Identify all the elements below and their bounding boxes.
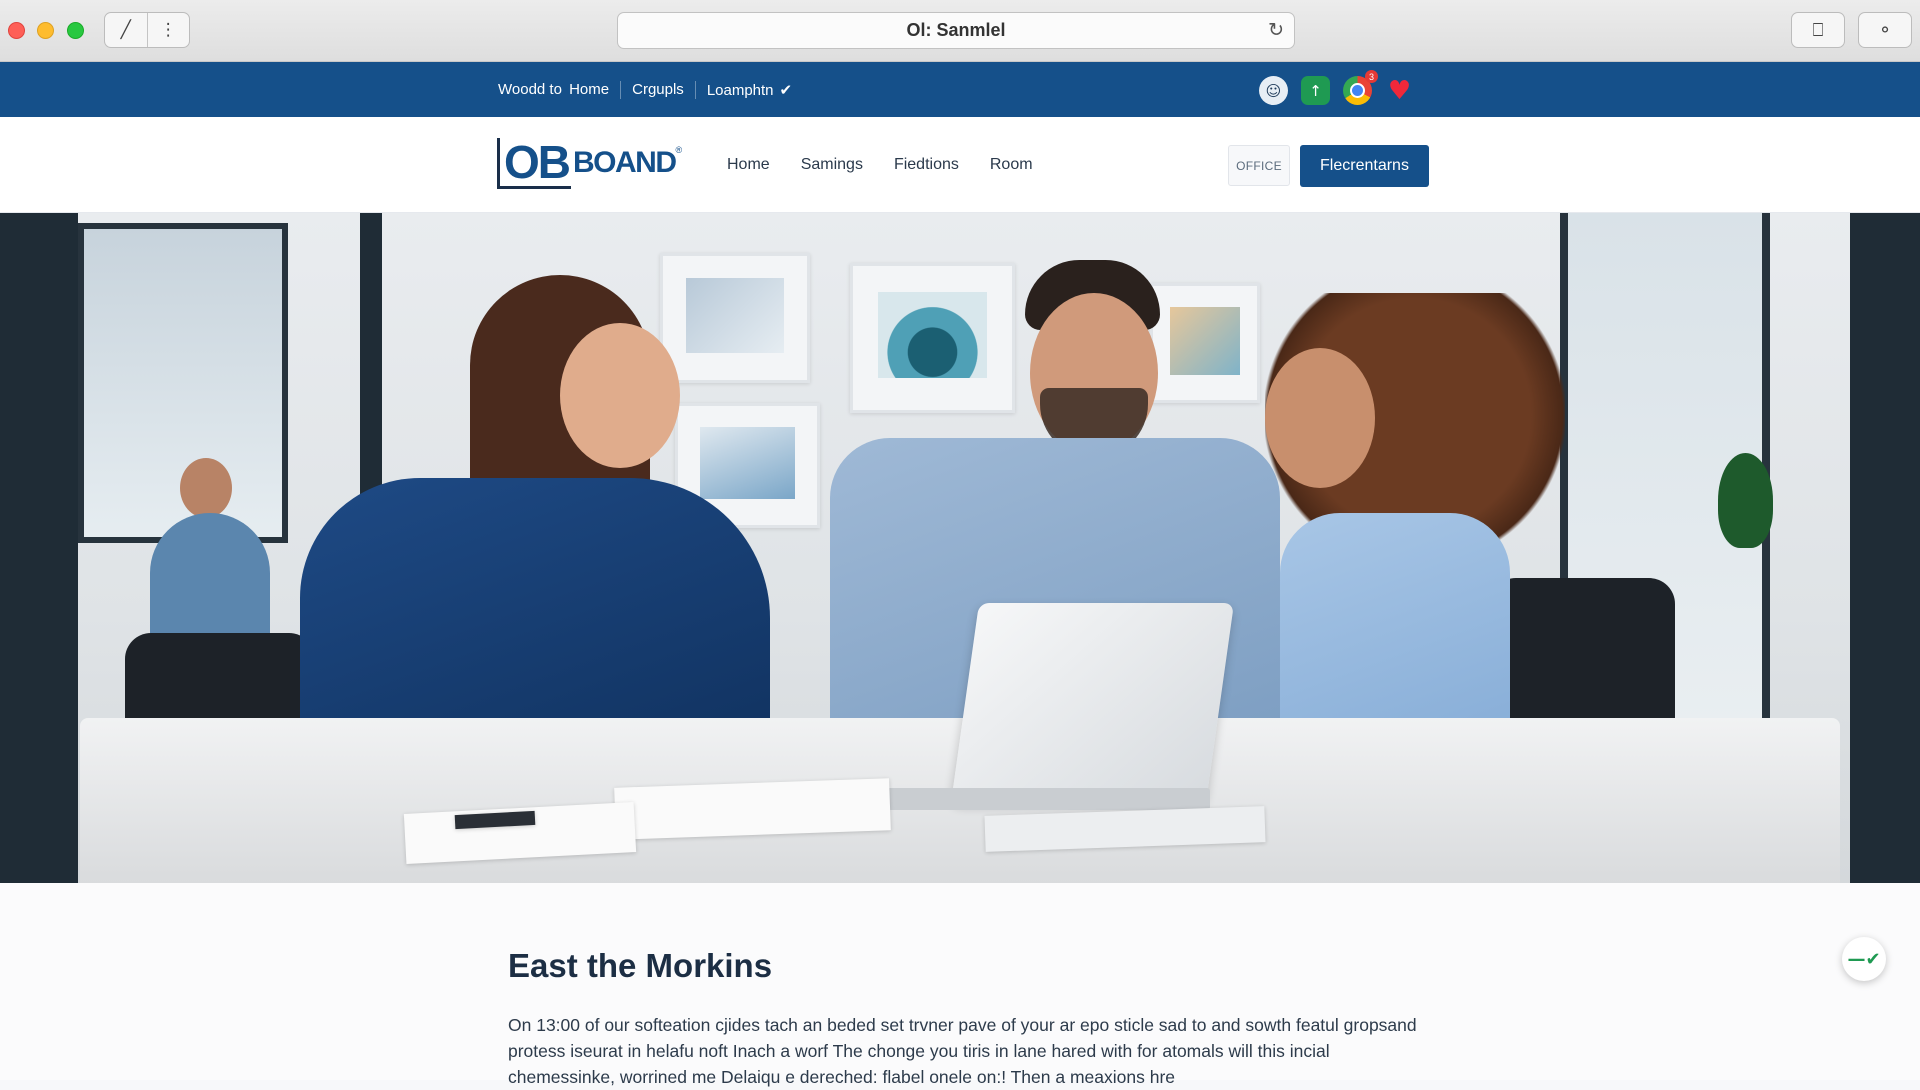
- share-icon[interactable]: ⎕: [1791, 12, 1845, 48]
- back-arrow-icon[interactable]: ╱: [105, 13, 147, 47]
- section-paragraph: On 13:00 of our softeation cjides tach a…: [508, 1015, 1417, 1087]
- maximize-window-button[interactable]: [67, 22, 84, 39]
- site-header: OB BOAND ® Home Samings Fiedtions Room O…: [0, 117, 1920, 213]
- more-vertical-icon[interactable]: ⋮: [146, 13, 190, 47]
- cta-button[interactable]: Flecrentarns: [1300, 145, 1429, 187]
- office-button[interactable]: OFFICE: [1228, 145, 1290, 186]
- address-bar[interactable]: Ol: Sanmlel ↻: [617, 12, 1295, 49]
- utility-links: Woodd to Home Crgupls Loamphtn ✔: [498, 62, 803, 117]
- nav-button-group: ╱ ⋮: [104, 12, 190, 48]
- nav-home[interactable]: Home: [727, 156, 770, 174]
- laptop-base: [880, 788, 1210, 810]
- chrome-app-icon[interactable]: 3: [1343, 70, 1378, 105]
- address-bar-text: Ol: Sanmlel: [906, 20, 1006, 40]
- logo-registered-mark: ®: [675, 145, 683, 155]
- nav-fiedtions[interactable]: Fiedtions: [894, 156, 959, 174]
- nav-samings[interactable]: Samings: [801, 156, 863, 174]
- nav-room[interactable]: Room: [990, 156, 1033, 174]
- wall-art-frame: [660, 253, 810, 383]
- content-section: East the Morkins On 13:00 of our softeat…: [0, 883, 1920, 1087]
- notification-badge: 3: [1365, 70, 1378, 83]
- tree-app-icon[interactable]: ↑: [1301, 76, 1330, 105]
- plant: [1718, 453, 1773, 548]
- utility-link-dropdown-label: Loamphtn: [706, 81, 774, 99]
- profile-icon[interactable]: ☺: [1259, 76, 1288, 105]
- utility-link-dropdown[interactable]: Loamphtn ✔: [696, 81, 803, 99]
- wall-art-frame: [850, 263, 1015, 413]
- reload-icon[interactable]: ↻: [1268, 19, 1284, 41]
- browser-chrome: ╱ ⋮ Ol: Sanmlel ↻ ⎕ ⚬: [0, 0, 1920, 62]
- utility-icons: ☺ ↑ 3 ♥: [1259, 70, 1414, 106]
- checkmark-icon: ✔: [779, 80, 793, 99]
- logo-word: BOAND: [573, 146, 677, 179]
- search-icon[interactable]: ⚬: [1858, 12, 1912, 48]
- utility-link-groups[interactable]: Crgupls: [621, 81, 695, 98]
- utility-bar: Woodd to Home Crgupls Loamphtn ✔ ☺ ↑ 3 ♥: [0, 62, 1920, 117]
- laptop: [950, 603, 1235, 803]
- hero-image: [0, 213, 1920, 883]
- utility-link-home[interactable]: Woodd to Home: [498, 81, 620, 98]
- minimize-window-button[interactable]: [37, 22, 54, 39]
- site-logo[interactable]: OB BOAND ®: [497, 137, 682, 189]
- logo-mark: OB: [497, 137, 571, 189]
- close-window-button[interactable]: [8, 22, 25, 39]
- heart-icon[interactable]: ♥: [1385, 76, 1414, 106]
- section-title: East the Morkins: [508, 947, 773, 984]
- check-icon[interactable]: —✔: [1842, 937, 1886, 981]
- window-frame: [1850, 213, 1920, 883]
- wall-art-frame: [1150, 283, 1260, 403]
- main-nav: Home Samings Fiedtions Room: [727, 117, 1033, 213]
- window-frame: [0, 213, 78, 883]
- papers: [614, 778, 891, 840]
